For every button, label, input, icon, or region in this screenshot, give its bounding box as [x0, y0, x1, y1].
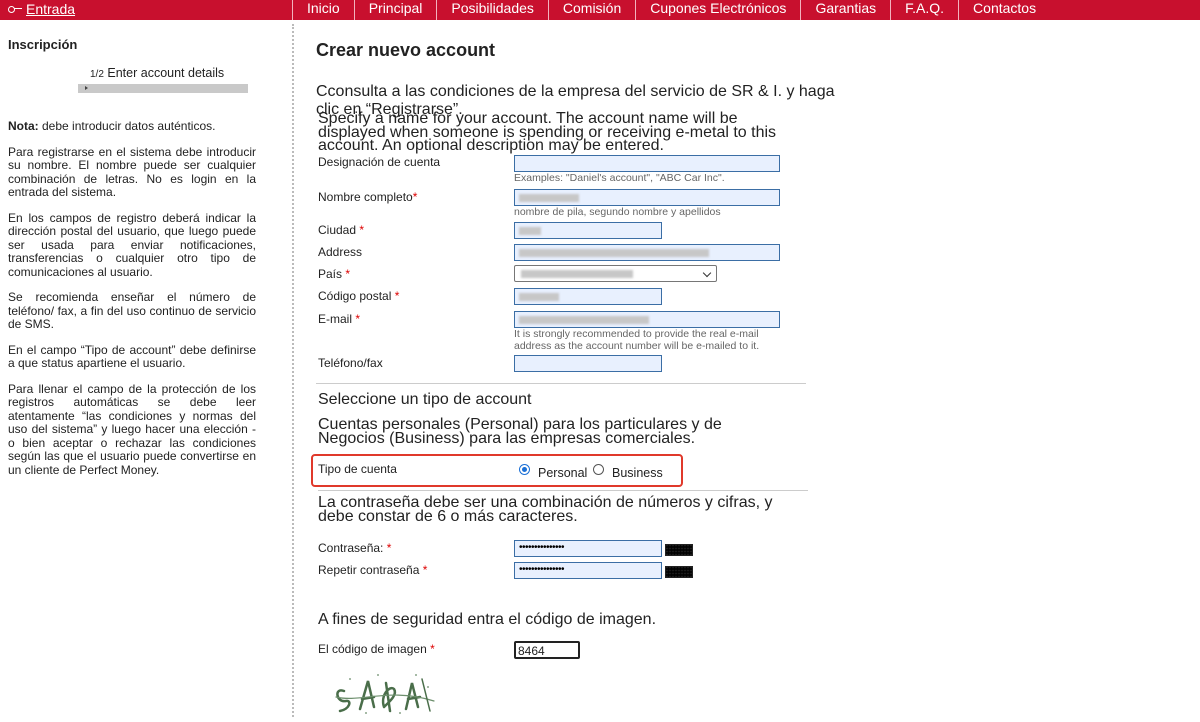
email-hint: It is strongly recommended to provide th… — [514, 328, 760, 352]
nav-inicio[interactable]: Inicio — [292, 0, 354, 20]
sidebar-title: Inscripción — [8, 37, 78, 52]
password-label: Contraseña: * — [318, 541, 391, 555]
nombre-label-text: Nombre completo — [318, 190, 413, 204]
note-bold: Nota: — [8, 119, 39, 133]
required-mark: * — [345, 267, 351, 281]
note: Nota: debe introducir datos auténticos. — [8, 119, 256, 134]
codigo-postal-input[interactable] — [514, 288, 662, 305]
nav-principal[interactable]: Principal — [353, 0, 437, 20]
progress-marker-icon — [85, 86, 88, 90]
telefono-label: Teléfono/fax — [318, 356, 383, 370]
nombre-label: Nombre completo* — [318, 190, 417, 204]
nav-garantias[interactable]: Garantias — [800, 0, 890, 20]
virtual-keyboard-icon[interactable] — [665, 566, 693, 578]
note-text: debe introducir datos auténticos. — [38, 119, 216, 133]
divider — [316, 383, 806, 384]
personal-radio-label[interactable]: Personal — [538, 466, 587, 480]
email-label-text: E-mail — [318, 312, 356, 326]
captcha-input-value: 8464 — [518, 644, 545, 658]
step-fraction: 1/2 — [90, 68, 104, 80]
main-nav: Inicio Principal Posibilidades Comisión … — [292, 0, 1050, 20]
required-mark: * — [355, 312, 361, 326]
password-label-text: Contraseña: — [318, 541, 387, 555]
address-input[interactable] — [514, 244, 780, 261]
captcha-label-text: El código de imagen — [318, 642, 431, 656]
password-repeat-label: Repetir contraseña * — [318, 563, 427, 577]
top-navbar: Entrada Inicio Principal Posibilidades C… — [0, 0, 1200, 20]
step-label: Enter account details — [107, 65, 225, 80]
key-icon — [8, 5, 22, 13]
captcha-input[interactable]: 8464 — [514, 641, 580, 659]
personal-radio[interactable] — [519, 464, 530, 475]
redacted-value — [519, 249, 709, 257]
pais-label-text: País — [318, 267, 346, 281]
login-link-label: Entrada — [26, 1, 76, 17]
email-label: E-mail * — [318, 312, 360, 326]
password-repeat-mask: ••••••••••••••• — [519, 564, 565, 575]
captcha-image-graphic — [335, 674, 435, 714]
ciudad-label: Ciudad * — [318, 223, 364, 237]
redacted-value — [519, 227, 541, 235]
security-description: A fines de seguridad entra el código de … — [318, 611, 657, 628]
password-repeat-label-text: Repetir contraseña — [318, 563, 423, 577]
ciudad-label-text: Ciudad — [318, 223, 360, 237]
virtual-keyboard-icon[interactable] — [665, 544, 693, 556]
required-mark: * — [422, 563, 428, 577]
required-mark: * — [430, 642, 435, 656]
pais-select[interactable] — [514, 265, 717, 282]
password-mask: ••••••••••••••• — [519, 542, 565, 553]
required-mark: * — [359, 223, 365, 237]
nav-faq[interactable]: F.A.Q. — [890, 0, 958, 20]
business-radio-label[interactable]: Business — [612, 466, 663, 480]
nav-comision[interactable]: Comisión — [547, 0, 635, 20]
nombre-hint: nombre de pila, segundo nombre y apellid… — [514, 206, 721, 218]
required-mark: * — [412, 190, 418, 204]
specify-text: Specify a name for your account. The acc… — [318, 110, 777, 154]
required-mark: * — [394, 289, 400, 303]
codigo-postal-label-text: Código postal — [318, 289, 395, 303]
password-description: La contraseña debe ser una combinación d… — [318, 494, 773, 525]
help-paragraph-5: Para llenar el campo de la protección de… — [8, 381, 256, 477]
help-paragraph-3: Se recomienda enseñar el número de teléf… — [8, 290, 256, 331]
telefono-input[interactable] — [514, 355, 662, 372]
required-mark: * — [386, 541, 392, 555]
pais-label: País * — [318, 267, 350, 281]
progress-bar — [78, 84, 248, 93]
codigo-postal-label: Código postal * — [318, 289, 399, 303]
redacted-value — [519, 316, 649, 324]
tipo-heading: Seleccione un tipo de account — [318, 391, 532, 408]
help-paragraph-2: En los campos de registro deberá indicar… — [8, 210, 256, 279]
business-radio[interactable] — [593, 464, 604, 475]
designacion-input[interactable] — [514, 155, 780, 172]
help-paragraph-4: En el campo “Tipo de account” debe defin… — [8, 342, 256, 370]
captcha-image — [330, 667, 440, 717]
email-input[interactable] — [514, 311, 780, 328]
redacted-value — [519, 194, 579, 202]
sidebar: Inscripción 1/2 Enter account details No… — [8, 38, 256, 489]
divider — [318, 490, 808, 491]
captcha-label: El código de imagen * — [318, 642, 435, 656]
redacted-value — [519, 293, 559, 301]
nombre-input[interactable] — [514, 189, 780, 206]
nav-posibilidades[interactable]: Posibilidades — [436, 0, 548, 20]
nav-cupones[interactable]: Cupones Electrónicos — [635, 0, 800, 20]
password-input[interactable]: ••••••••••••••• — [514, 540, 662, 557]
tipo-label: Tipo de cuenta — [318, 462, 397, 476]
designacion-label: Designación de cuenta — [318, 155, 441, 169]
help-paragraph-1: Para registrarse en el sistema debe intr… — [8, 144, 256, 199]
redacted-value — [521, 270, 633, 278]
ciudad-input[interactable] — [514, 222, 662, 239]
page-title: Crear nuevo account — [316, 40, 496, 60]
login-link[interactable]: Entrada — [8, 1, 75, 17]
step-indicator: 1/2 Enter account details — [90, 65, 256, 82]
chevron-down-icon — [702, 268, 712, 278]
nav-contactos[interactable]: Contactos — [958, 0, 1050, 20]
tipo-description: Cuentas personales (Personal) para los p… — [318, 416, 722, 447]
designacion-hint: Examples: "Daniel's account", "ABC Car I… — [514, 172, 725, 184]
password-repeat-input[interactable]: ••••••••••••••• — [514, 562, 662, 579]
column-divider — [292, 24, 294, 717]
address-label: Address — [318, 245, 363, 259]
